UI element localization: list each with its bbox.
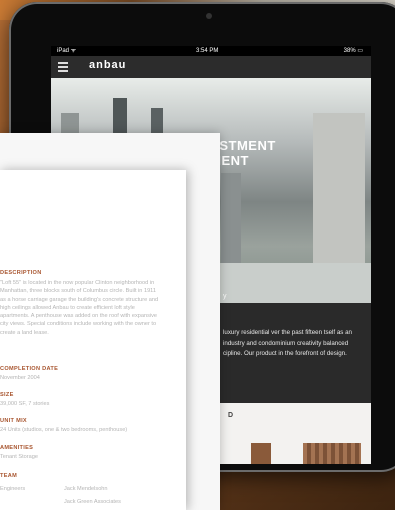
site-navbar: anbau [51,56,371,78]
team-label: TEAM [0,473,18,479]
battery-indicator: 38% ▭ [343,48,363,54]
completion-date-label: COMPLETION DATE [0,366,59,372]
projects-heading: D [228,412,234,419]
project-thumbnail[interactable] [303,443,361,464]
status-time: 3:54 PM [196,48,219,54]
amenities-label: AMENITIES [0,445,34,451]
about-paragraph: luxury residential ver the past fifteen … [223,329,352,357]
description-label: DESCRIPTION [0,270,42,276]
hero-caption: y [223,293,227,300]
team-member: Jack Mendelsohn [64,486,108,492]
completion-date-value: November 2004 [0,375,40,381]
hamburger-menu-icon[interactable] [58,62,68,72]
site-logo[interactable]: anbau [89,59,126,71]
unit-mix-label: UNIT MIX [0,418,27,424]
camera-icon [206,13,212,19]
amenities-value: Tenant Storage [0,454,38,460]
team-member: Jack Green Associates [64,499,121,505]
carrier-label: iPad ᯤ [57,48,77,54]
size-value: 39,000 SF, 7 stories [0,401,50,407]
unit-mix-value: 24 Units (studios, one & two bedrooms, p… [0,427,128,433]
team-role: Engineers [0,486,26,492]
size-label: SIZE [0,392,14,398]
project-thumbnail[interactable] [251,443,271,464]
description-text: "Loft 55" is located in the now popular … [0,280,159,336]
status-bar: iPad ᯤ 3:54 PM 38% ▭ [51,46,371,56]
